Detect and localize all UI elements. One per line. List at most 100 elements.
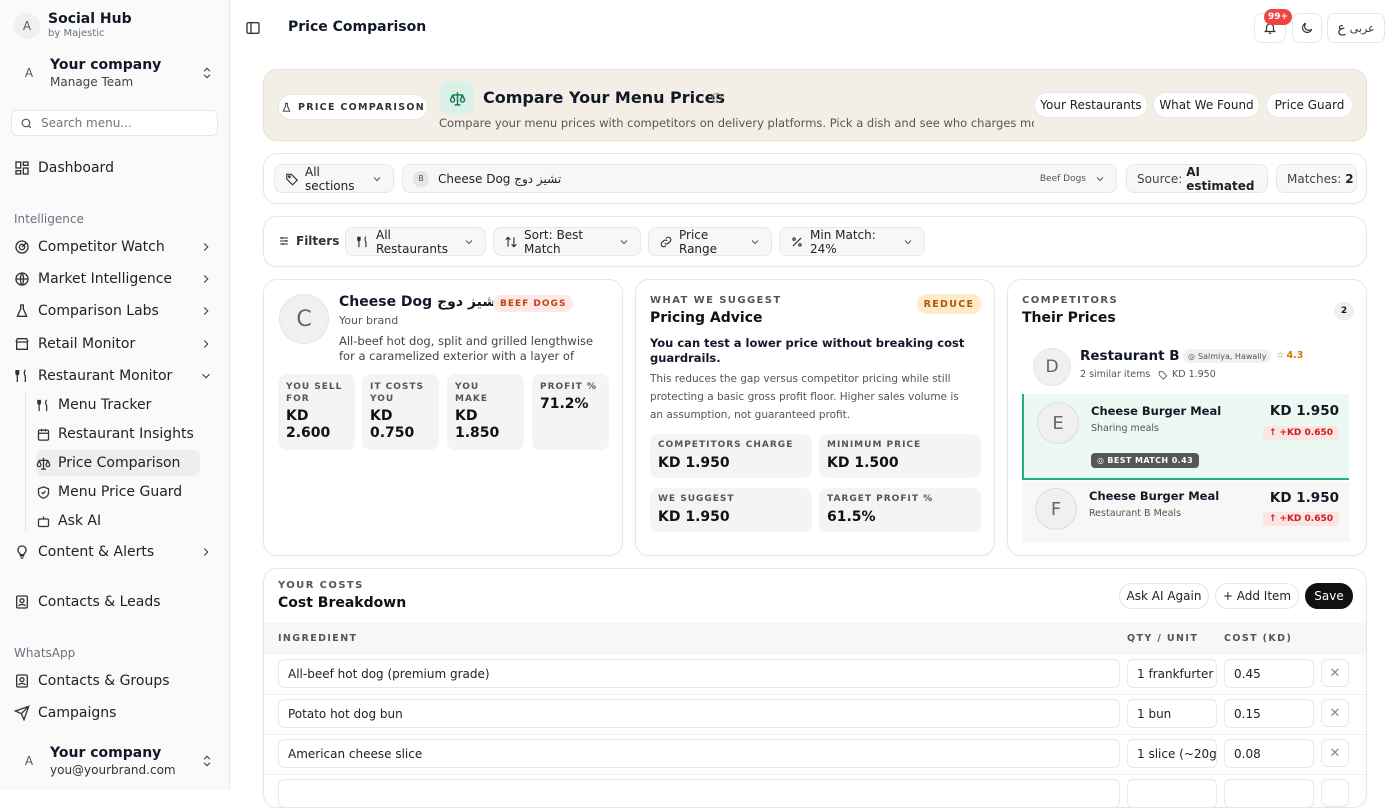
nav-competitor-watch[interactable]: Competitor Watch [14,233,219,261]
cost-input[interactable]: 0.15 [1224,699,1314,728]
target-profit-box: TARGET PROFIT % 61.5% [819,488,981,532]
restaurants-filter[interactable]: All Restaurants [345,227,486,256]
qty-input[interactable]: 1 frankfurter [1127,659,1217,688]
app-byline: by Majestic [48,28,105,39]
chevron-down-icon [371,173,383,185]
dish-name: Cheese Dog تشيز دوج [339,294,502,310]
best-match-badge: ◎ BEST MATCH 0.43 [1091,453,1200,468]
ingredient-input[interactable]: American cheese slice [278,739,1120,768]
close-icon: ✕ [1329,745,1341,761]
advice-body: This reduces the gap versus competitor p… [650,373,959,421]
remove-row-button[interactable]: ✕ [1321,699,1349,727]
calendar-icon [36,427,51,442]
nav-price-comparison[interactable]: Price Comparison [36,450,200,476]
ingredient-input[interactable] [278,779,1120,807]
nav-dashboard[interactable]: Dashboard [14,154,219,182]
price-range-dropdown[interactable]: Price Range [648,227,772,256]
source-indicator: Source: AI estimated [1126,164,1268,193]
nav-campaigns[interactable]: Campaigns [14,699,219,727]
col-qty: QTY / UNIT [1127,633,1199,644]
sliders-icon [278,235,290,247]
nav-content-alerts[interactable]: Content & Alerts [14,538,219,566]
qty-input[interactable] [1127,779,1217,807]
qty-input[interactable]: 1 bun [1127,699,1217,728]
competitor-item[interactable]: F Cheese Burger Meal Restaurant B Meals … [1022,482,1349,542]
remove-row-button[interactable]: ✕ [1321,739,1349,767]
price-text: KD 1.950 [1172,369,1216,380]
restaurant-name: Restaurant B [1080,348,1180,364]
ingredient-input[interactable]: All-beef hot dog (premium grade) [278,659,1120,688]
min-match-dropdown[interactable]: Min Match: 24% [779,227,925,256]
language-button[interactable]: ع عربى [1327,13,1385,43]
nav-label: Menu Price Guard [58,484,183,500]
nav-contacts-leads[interactable]: Contacts & Leads [14,588,219,616]
star-icon: ☆ [1276,350,1285,361]
source-value: AI estimated [1186,164,1255,193]
tab-what-we-found[interactable]: What We Found [1153,92,1260,118]
cost-input[interactable] [1224,779,1314,807]
store-icon [14,336,30,352]
box-value: KD 1.950 [658,509,730,525]
item-category: Sharing meals [1091,423,1159,434]
save-button[interactable]: Save [1305,583,1353,609]
hero-tag-label: PRICE COMPARISON [297,101,426,113]
filters-label-text: Filters [296,234,340,248]
chevron-right-icon [199,337,213,351]
flask-icon [281,102,292,113]
user-menu[interactable]: A Your company you@yourbrand.com [10,740,220,782]
section-whatsapp: WhatsApp [14,646,76,660]
nav-menu-tracker[interactable]: Menu Tracker [36,392,200,418]
nav-label: Competitor Watch [38,239,165,255]
org-name: Your company [50,57,162,73]
competitors-kicker: COMPETITORS [1022,295,1119,306]
remove-row-button[interactable]: ✕ [1321,659,1349,687]
tab-your-restaurants[interactable]: Your Restaurants [1034,92,1148,118]
competitor-item[interactable]: E Cheese Burger Meal Sharing meals KD 1.… [1022,394,1349,480]
dish-dropdown[interactable]: B Cheese Dog تشيز دوج Beef Dogs [402,164,1117,193]
search-input[interactable] [41,116,201,130]
qty-input[interactable]: 1 slice (~20g [1127,739,1217,768]
nav-restaurant-monitor[interactable]: Restaurant Monitor [14,362,219,390]
remove-row-button[interactable] [1321,779,1349,807]
competitors-count: 2 [1334,302,1354,320]
info-icon[interactable] [711,92,723,104]
sort-dropdown[interactable]: Sort: Best Match [493,227,641,256]
nav-retail-monitor[interactable]: Retail Monitor [14,330,219,358]
chevron-down-icon [463,236,475,248]
nav-comparison-labs[interactable]: Comparison Labs [14,297,219,325]
theme-toggle-button[interactable] [1292,13,1322,43]
box-label: WE SUGGEST [658,494,735,504]
ingredient-input[interactable]: Potato hot dog bun [278,699,1120,728]
contact-card-icon [14,594,30,610]
pin-icon: ◎ [1188,351,1195,361]
nav-label: Contacts & Groups [38,673,170,689]
divider [264,734,1366,735]
link-icon [659,235,673,249]
matches-value: 2 [1345,171,1354,186]
tab-price-guard[interactable]: Price Guard [1266,92,1353,118]
section-intelligence: Intelligence [14,212,84,226]
nav-ask-ai[interactable]: Ask AI [36,508,200,534]
globe-icon [14,271,30,287]
nav-label: Market Intelligence [38,271,173,287]
nav-market-intelligence[interactable]: Market Intelligence [14,265,219,293]
restaurant-price: KD 1.950 [1158,369,1216,380]
box-label: TARGET PROFIT % [827,494,934,504]
send-icon [14,705,30,721]
nav-contacts-groups[interactable]: Contacts & Groups [14,667,219,695]
cost-input[interactable]: 0.45 [1224,659,1314,688]
sidebar-toggle-icon[interactable] [245,20,261,36]
submenu-rail [25,392,26,532]
hero-subtitle: Compare your menu prices with competitor… [439,116,1034,130]
search-box[interactable] [11,110,218,136]
add-item-button[interactable]: + Add Item [1215,583,1299,609]
cost-input[interactable]: 0.08 [1224,739,1314,768]
nav-restaurant-insights[interactable]: Restaurant Insights [36,421,200,447]
org-switcher[interactable]: A Your company Manage Team [10,54,220,94]
dish-category-badge: BEEF DOGS [493,295,574,312]
sections-dropdown[interactable]: All sections [274,164,394,193]
nav-label: Menu Tracker [58,397,152,413]
box-value: 61.5% [827,509,876,525]
ask-ai-again-button[interactable]: Ask AI Again [1119,583,1209,609]
nav-menu-price-guard[interactable]: Menu Price Guard [36,479,200,505]
